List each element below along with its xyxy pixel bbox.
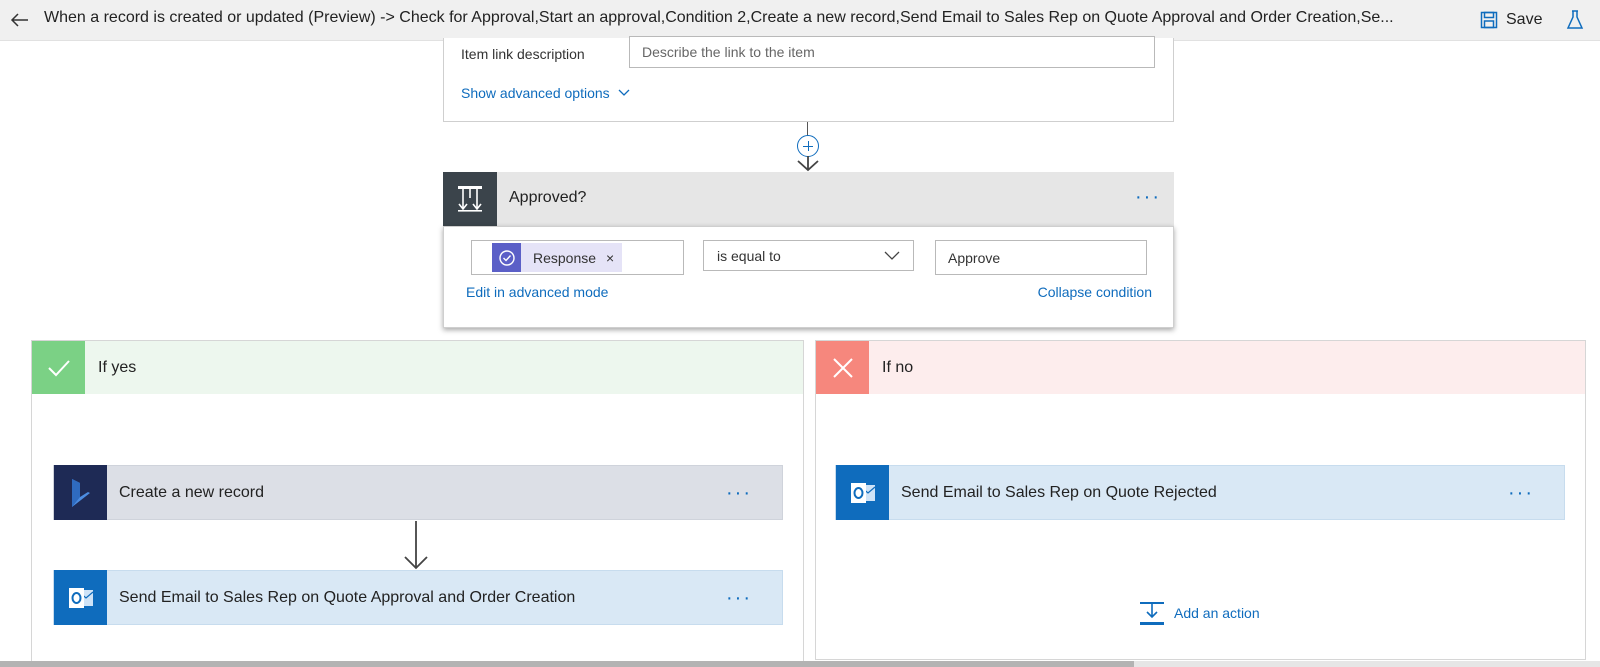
condition-header[interactable]: Approved? ···	[443, 172, 1174, 226]
condition-title: Approved?	[509, 189, 587, 206]
outlook-logo-icon	[850, 482, 875, 503]
outlook-icon	[54, 570, 107, 625]
dynamics-logo-icon	[71, 478, 90, 507]
check-glyph-icon	[47, 359, 70, 376]
chevron-down-icon	[618, 89, 630, 96]
condition-left-operand[interactable]: Response ×	[471, 240, 684, 275]
condition-body: Response × is equal to Edit in advanced …	[443, 226, 1174, 328]
save-label: Save	[1506, 11, 1543, 28]
dynamics-icon	[54, 465, 107, 520]
outlook-icon	[836, 465, 889, 520]
beaker-icon	[1566, 10, 1584, 29]
if-no-label: If no	[882, 359, 914, 376]
action-label: Create a new record	[119, 483, 264, 501]
item-link-label: Item link description	[461, 46, 585, 62]
add-action-label: Add an action	[1174, 605, 1260, 621]
save-button[interactable]: Save	[1480, 6, 1542, 34]
condition-branch-icon	[458, 186, 482, 212]
approval-action-card: Item link description Show advanced opti…	[443, 36, 1174, 122]
action-label: Send Email to Sales Rep on Quote Rejecte…	[901, 483, 1217, 501]
back-button[interactable]	[6, 6, 34, 34]
advanced-options-label: Show advanced options	[461, 85, 610, 101]
operator-dropdown[interactable]: is equal to	[703, 240, 914, 271]
action-menu-button[interactable]: ···	[726, 483, 752, 503]
action-send-email-rejected[interactable]: Send Email to Sales Rep on Quote Rejecte…	[835, 465, 1565, 520]
response-token[interactable]: Response ×	[492, 243, 623, 272]
connector-arrow-icon	[797, 156, 819, 172]
close-icon	[816, 341, 869, 394]
condition-value-input[interactable]	[935, 240, 1147, 275]
chevron-down-icon	[884, 251, 900, 260]
test-button[interactable]	[1566, 6, 1584, 34]
back-arrow-icon	[10, 13, 28, 27]
insert-step-button[interactable]	[797, 135, 819, 157]
item-link-input[interactable]	[629, 36, 1155, 68]
connector-line	[807, 122, 808, 136]
if-no-header: If no	[816, 341, 1585, 394]
edit-advanced-mode-link[interactable]: Edit in advanced mode	[466, 284, 608, 300]
operator-value: is equal to	[717, 248, 781, 264]
outlook-logo-icon	[68, 587, 93, 608]
top-bar: When a record is created or updated (Pre…	[0, 0, 1600, 41]
approval-check-icon	[498, 249, 515, 266]
condition-menu-button[interactable]: ···	[1135, 187, 1161, 207]
token-label: Response	[533, 249, 597, 266]
action-menu-button[interactable]: ···	[726, 588, 752, 608]
approval-icon	[492, 243, 521, 272]
show-advanced-options-link[interactable]: Show advanced options	[461, 85, 632, 101]
x-glyph-icon	[832, 357, 853, 378]
horizontal-scrollbar-thumb[interactable]	[0, 661, 1134, 667]
action-send-email-approval[interactable]: Send Email to Sales Rep on Quote Approva…	[53, 570, 783, 625]
checkmark-icon	[32, 341, 85, 394]
connector-arrow-icon	[404, 521, 428, 570]
action-create-record[interactable]: Create a new record ···	[53, 465, 783, 520]
add-an-action-button[interactable]: Add an action	[1138, 600, 1260, 626]
action-label: Send Email to Sales Rep on Quote Approva…	[119, 588, 576, 606]
flow-title: When a record is created or updated (Pre…	[44, 9, 1394, 26]
action-menu-button[interactable]: ···	[1508, 483, 1534, 503]
save-icon	[1480, 11, 1498, 29]
condition-icon	[443, 172, 497, 226]
remove-token-button[interactable]: ×	[606, 250, 614, 266]
if-yes-label: If yes	[98, 359, 137, 376]
if-yes-header: If yes	[32, 341, 803, 394]
collapse-condition-link[interactable]: Collapse condition	[1038, 284, 1152, 300]
add-action-icon	[1140, 602, 1164, 625]
